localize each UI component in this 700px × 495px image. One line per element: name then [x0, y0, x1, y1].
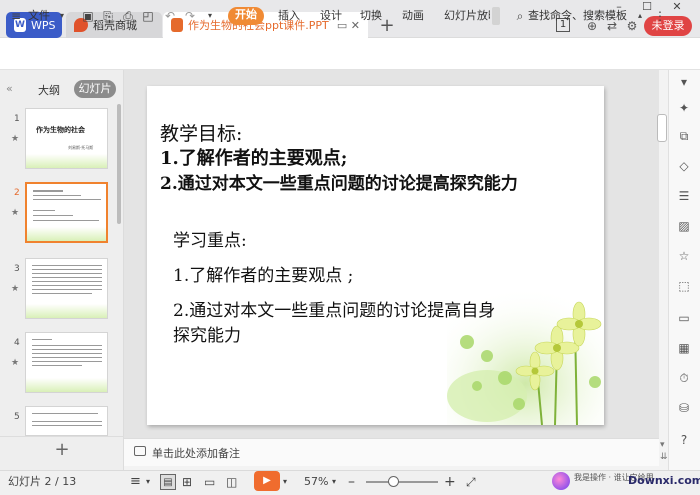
design-inspiration-icon[interactable]: ✦ — [676, 100, 692, 116]
tab-animation[interactable]: 动画 — [402, 8, 424, 24]
chevron-up-icon[interactable]: ▴ — [632, 8, 648, 24]
thumb-number: 4 — [14, 338, 20, 348]
thumb-number: 5 — [14, 412, 20, 422]
file-menu[interactable]: 文件 — [28, 8, 50, 24]
collapse-panel-icon[interactable]: « — [6, 82, 13, 95]
slide-thumbnail-4[interactable] — [25, 332, 108, 393]
editor-scrollbar[interactable] — [657, 114, 667, 142]
tab-insert[interactable]: 插入 — [278, 8, 300, 24]
thumb-flower-image — [27, 227, 106, 241]
zoom-slider-track[interactable] — [366, 481, 438, 483]
thumb-title: 作为生物的社会 — [36, 126, 85, 134]
thumb-number: 1 — [14, 114, 20, 124]
print-icon[interactable]: ⎙ — [120, 8, 136, 24]
chevron-down-icon[interactable]: ▾ — [283, 474, 287, 490]
animation-star-icon: ★ — [11, 284, 20, 294]
backup-icon[interactable]: ⛁ — [676, 400, 692, 416]
goal-item-1: 1.了解作者的主要观点; — [160, 148, 348, 169]
export-icon[interactable]: ⎘ — [100, 8, 116, 24]
chevron-down-icon[interactable]: ▾ — [146, 474, 150, 490]
notes-placeholder[interactable]: 单击此处添加备注 — [152, 445, 240, 461]
command-search[interactable]: 查找命令、搜索模板 — [528, 8, 627, 24]
slide-thumbnail-1[interactable]: 作为生物的社会 刘易斯·托马斯 — [25, 108, 108, 169]
animation-star-icon: ★ — [11, 208, 20, 218]
image-icon[interactable]: ▨ — [676, 218, 692, 234]
menu-icon[interactable]: ≡ — [8, 8, 24, 24]
history-icon[interactable]: ⏱ — [676, 370, 692, 386]
zoom-in-button[interactable]: + — [444, 474, 456, 490]
watermark-text: Downxi.com — [628, 474, 700, 487]
thumb-flower-image — [26, 378, 107, 392]
ribbon-more-button[interactable] — [492, 7, 500, 25]
redo-icon[interactable]: ↷ — [182, 8, 198, 24]
reading-view-icon[interactable]: ▭ — [204, 474, 215, 490]
animation-star-icon: ★ — [11, 358, 20, 368]
slide-canvas[interactable]: 教学目标: 1.了解作者的主要观点; 2.通过对本文一些重点问题的讨论提高探究能… — [147, 86, 604, 425]
notes-toggle-icon[interactable]: ≡ — [130, 474, 141, 490]
play-slideshow-button[interactable]: ▶ — [254, 471, 280, 491]
add-slide-button[interactable]: + — [52, 440, 72, 460]
tab-design[interactable]: 设计 — [320, 8, 342, 24]
slide-sorter-icon[interactable]: ⊞ — [182, 474, 192, 490]
adjust-icon[interactable]: ☰ — [676, 188, 692, 204]
chevron-down-icon[interactable]: ▾ — [202, 8, 218, 24]
goal-heading: 教学目标: — [160, 123, 243, 145]
search-icon[interactable]: ⌕ — [512, 8, 528, 24]
slide-thumbnail-3[interactable] — [25, 258, 108, 319]
thumb-flower-image — [26, 304, 107, 318]
thumb-author: 刘易斯·托马斯 — [68, 145, 94, 150]
zoom-level[interactable]: 57% — [304, 474, 328, 490]
focus-item-2-line-2: 探究能力 — [173, 326, 241, 346]
slides-tab[interactable]: 幻灯片 — [74, 80, 116, 98]
chevron-down-icon[interactable]: ▾ — [332, 474, 336, 490]
scroll-bottom-icon[interactable]: ⇊ — [660, 452, 668, 462]
slide-thumbnail-2[interactable] — [25, 182, 108, 243]
focus-item-1: 1.了解作者的主要观点 ; — [173, 266, 354, 286]
watermark-logo: 我是操作 · 谁让它给用 Downxi.com — [550, 470, 700, 492]
gallery-icon[interactable]: ▦ — [676, 340, 692, 356]
save-icon[interactable]: ▣ — [80, 8, 96, 24]
ribbon-toolbar — [0, 38, 700, 70]
animation-star-icon: ★ — [11, 134, 20, 144]
thumb-number: 3 — [14, 264, 20, 274]
focus-heading: 学习重点: — [173, 231, 247, 251]
thumb-flower-image — [26, 154, 107, 168]
preview-icon[interactable]: ◰ — [140, 8, 156, 24]
zoom-slider-handle[interactable] — [388, 476, 399, 487]
slide-thumbnail-5[interactable] — [25, 406, 108, 436]
animation-icon[interactable]: ☆ — [676, 248, 692, 264]
layout-icon[interactable]: ▭ — [676, 310, 692, 326]
watermark-orb-icon — [552, 472, 570, 490]
normal-view-icon[interactable]: ▤ — [160, 474, 176, 490]
scroll-down-icon[interactable]: ▾ — [660, 440, 665, 450]
focus-item-2-line-1: 2.通过对本文一些重点问题的讨论提高自身 — [173, 301, 496, 321]
tab-slideshow[interactable]: 幻灯片放映 — [444, 8, 490, 24]
panel-scrollbar[interactable] — [117, 104, 121, 224]
fit-window-icon[interactable]: ⤢ — [466, 474, 476, 490]
zoom-out-button[interactable]: – — [348, 474, 355, 490]
thumb-number: 2 — [14, 188, 20, 198]
chevron-down-icon[interactable]: ▾ — [54, 8, 70, 24]
slide-counter: 幻灯片 2 / 13 — [8, 475, 77, 488]
presenter-view-icon[interactable]: ◫ — [226, 474, 237, 490]
selection-icon[interactable]: ⬚ — [676, 278, 692, 294]
tab-transition[interactable]: 切换 — [360, 8, 382, 24]
goal-item-2: 2.通过对本文一些重点问题的讨论提高探究能力 — [160, 174, 518, 194]
collapse-sidebar-icon[interactable]: ▾ — [676, 74, 692, 90]
notes-icon — [134, 446, 146, 456]
shape-icon[interactable]: ◇ — [676, 158, 692, 174]
object-properties-icon[interactable]: ⧉ — [676, 128, 692, 144]
more-icon[interactable]: ⋮ — [652, 8, 668, 24]
tab-start[interactable]: 开始 — [228, 7, 264, 25]
help-icon[interactable]: ? — [676, 432, 692, 448]
outline-tab[interactable]: 大纲 — [38, 82, 60, 98]
undo-icon[interactable]: ↶ — [162, 8, 178, 24]
